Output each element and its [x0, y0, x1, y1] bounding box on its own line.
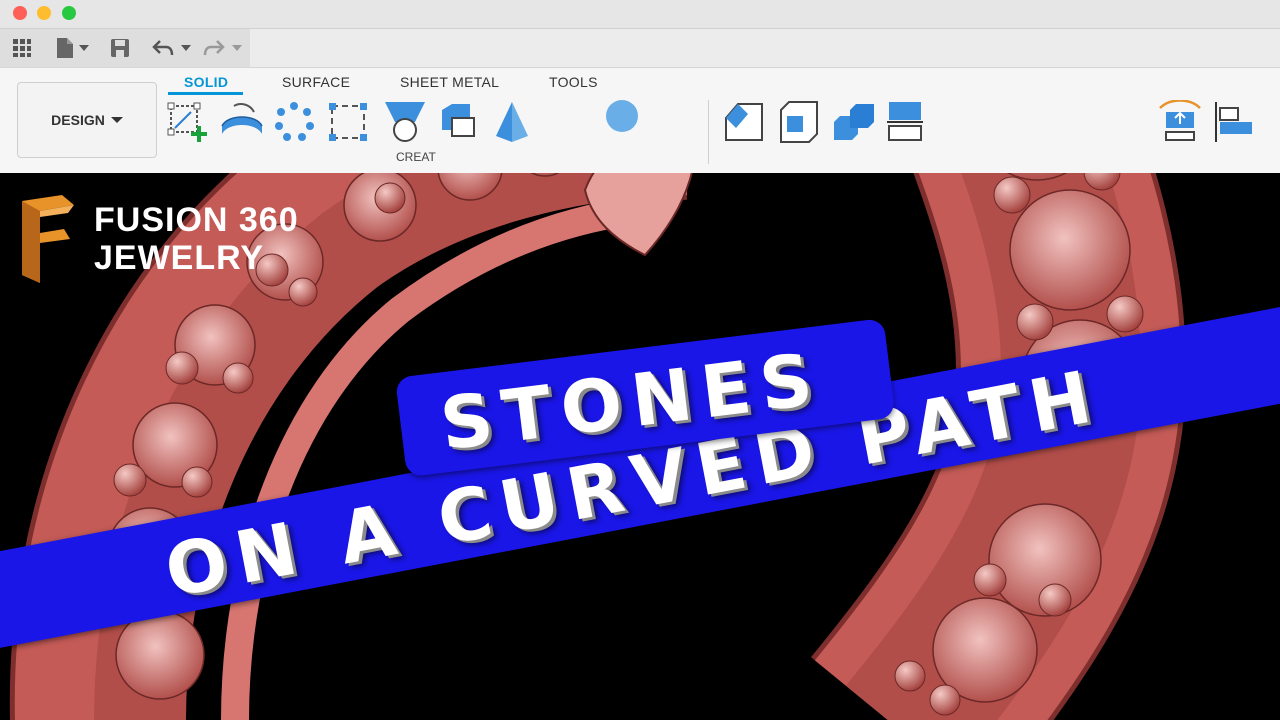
sphere-icon[interactable]	[600, 100, 644, 144]
redo-icon[interactable]	[203, 37, 225, 59]
undo-icon[interactable]	[152, 37, 174, 59]
tab-sheet-metal[interactable]: SHEET METAL	[400, 74, 499, 90]
tab-surface[interactable]: SURFACE	[282, 74, 350, 90]
workspace-switcher[interactable]: DESIGN	[17, 82, 157, 158]
create-sketch-icon[interactable]	[165, 100, 209, 144]
split-body-icon[interactable]	[885, 100, 929, 144]
bounding-box-icon[interactable]	[326, 100, 370, 144]
loft-icon[interactable]	[383, 100, 427, 144]
align-icon[interactable]	[1212, 100, 1256, 144]
tab-solid[interactable]: SOLID	[184, 74, 228, 90]
cone-icon[interactable]	[492, 100, 536, 144]
fusion-360-logo-icon	[22, 195, 74, 283]
minimize-window-button[interactable]	[37, 6, 51, 20]
close-window-button[interactable]	[13, 6, 27, 20]
quick-access-toolbar	[0, 29, 250, 67]
combine-icon[interactable]	[832, 100, 876, 144]
app-grid-icon[interactable]	[12, 37, 32, 59]
shell-icon[interactable]	[777, 100, 821, 144]
brand-line-1: FUSION 360	[94, 201, 299, 239]
chevron-down-icon[interactable]	[79, 37, 89, 59]
brand-title: FUSION 360 JEWELRY	[94, 201, 299, 277]
ribbon-separator	[708, 100, 709, 164]
chamfer-icon[interactable]	[722, 100, 766, 144]
chevron-down-icon[interactable]	[232, 37, 242, 59]
brand-line-2: JEWELRY	[94, 239, 265, 277]
tab-tools[interactable]: TOOLS	[549, 74, 598, 90]
title-bar	[0, 0, 1280, 29]
workspace-label: DESIGN	[51, 112, 105, 128]
extrude-icon[interactable]	[220, 100, 264, 144]
pattern-icon[interactable]	[272, 100, 316, 144]
chevron-down-icon[interactable]	[181, 37, 191, 59]
chevron-down-icon	[110, 117, 123, 123]
zoom-window-button[interactable]	[62, 6, 76, 20]
box-icon[interactable]	[436, 100, 480, 144]
fusion-window: DESIGN SOLID SURFACE SHEET METAL TOOLS C…	[0, 0, 1280, 173]
file-icon[interactable]	[56, 37, 74, 59]
create-panel-label[interactable]: CREAT	[396, 150, 436, 164]
save-icon[interactable]	[110, 37, 130, 59]
offset-plane-icon[interactable]	[1158, 100, 1202, 144]
active-tab-indicator	[168, 92, 243, 95]
